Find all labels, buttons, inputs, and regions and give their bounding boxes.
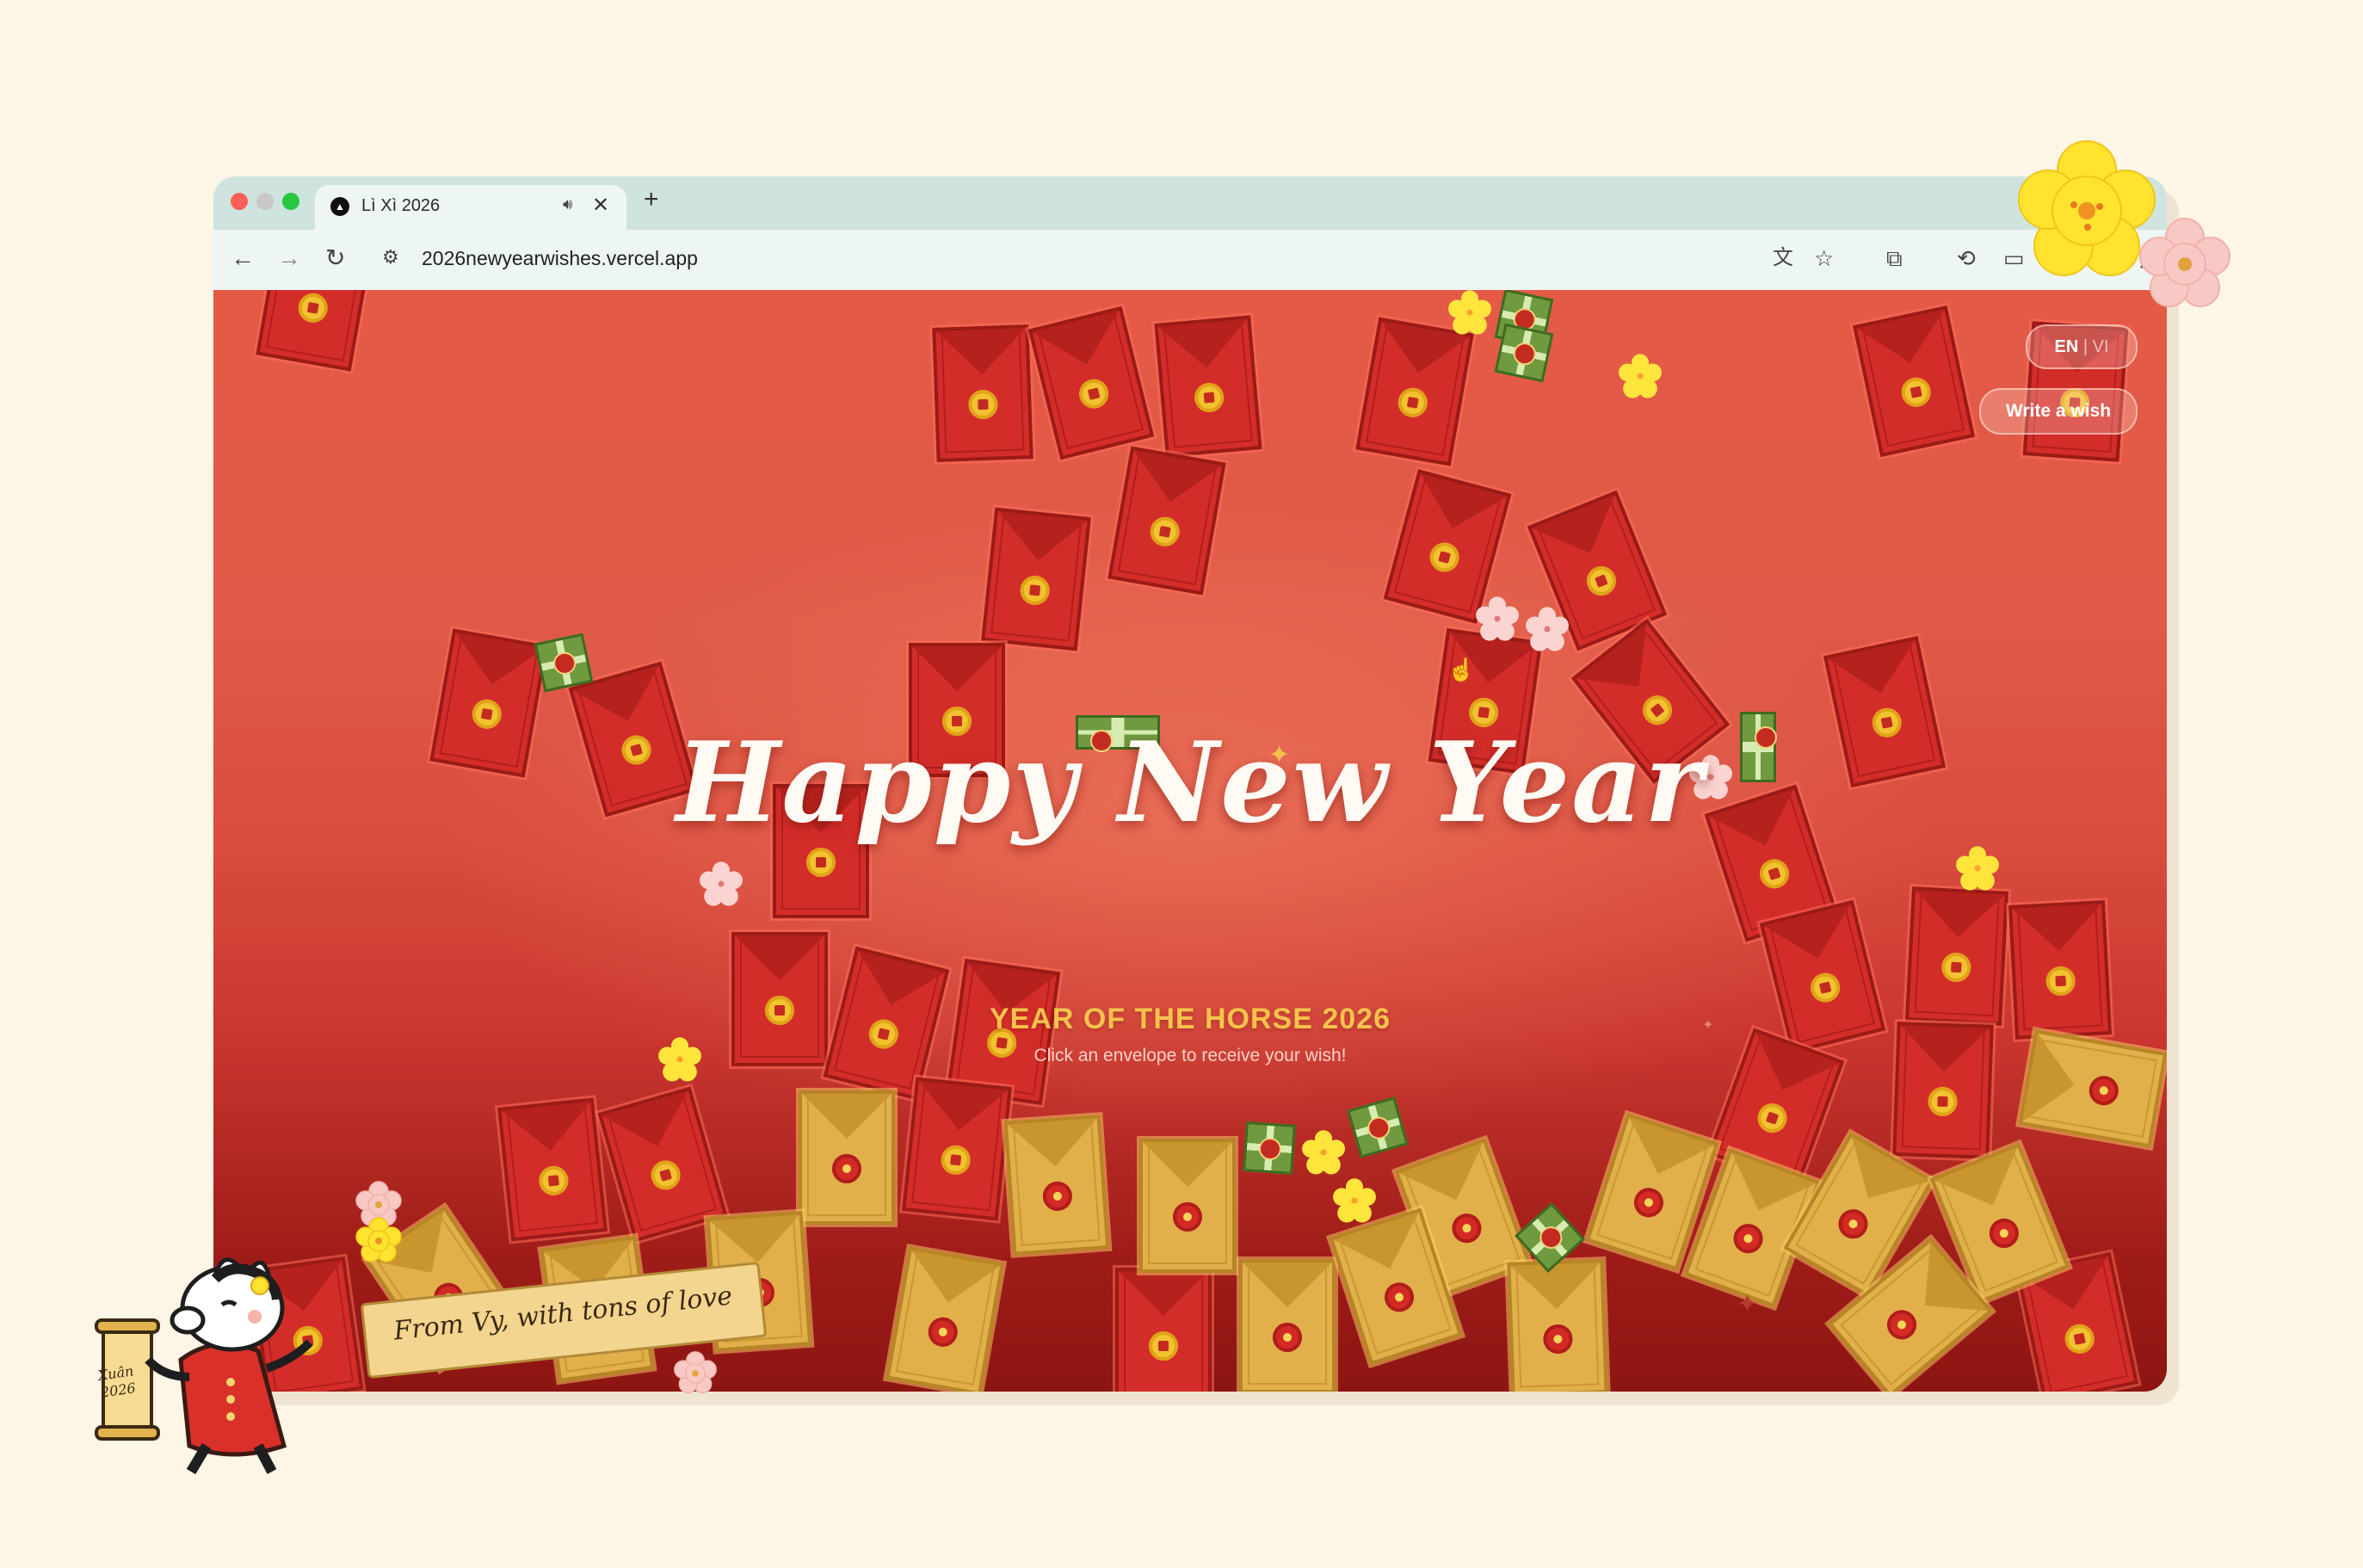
gold-envelope[interactable]	[1507, 1259, 1608, 1392]
page-title: Happy New Year	[676, 719, 1705, 848]
red-envelope[interactable]	[1853, 306, 1975, 457]
peach-flower	[1525, 607, 1570, 651]
red-envelope[interactable]	[1107, 446, 1226, 596]
back-arrow-icon[interactable]: ←	[231, 244, 255, 273]
write-wish-button[interactable]: Write a wish	[1979, 388, 2138, 435]
hand-cursor-icon: ☝	[1447, 657, 1476, 682]
apricot-flower	[1955, 846, 2000, 891]
close-tab-button[interactable]: ✕	[592, 193, 609, 218]
lang-en-option[interactable]: EN	[2054, 337, 2078, 356]
peach-flower-icon	[2139, 218, 2230, 307]
address-toolbar: ← → ↻ ⚙ 2026newyearwishes.vercel.app 文 ☆…	[213, 230, 2167, 290]
gold-envelope[interactable]	[1003, 1114, 1110, 1256]
tab-bar: ▲ Lì Xì 2026 🔊︎ ✕ +	[213, 176, 2167, 230]
new-tab-button[interactable]: +	[644, 187, 659, 213]
scroll-text: Xuân 2026	[96, 1362, 137, 1401]
gift-box[interactable]	[1494, 323, 1554, 383]
minimize-window-button[interactable]	[256, 193, 274, 210]
apricot-flower	[1618, 354, 1663, 398]
gift-box[interactable]	[1243, 1121, 1296, 1175]
red-envelope[interactable]	[1892, 1022, 1994, 1159]
red-envelope[interactable]	[1115, 1268, 1212, 1392]
peach-flower	[699, 861, 743, 906]
close-window-button[interactable]	[231, 193, 248, 210]
red-envelope[interactable]	[981, 507, 1091, 651]
gold-envelope[interactable]	[799, 1090, 895, 1225]
translate-icon[interactable]: 文	[1773, 244, 1793, 273]
browser-tab[interactable]: ▲ Lì Xì 2026 🔊︎ ✕	[315, 185, 626, 230]
sparkle-icon: ✦	[1737, 1290, 1759, 1318]
tab-title: Lì Xì 2026	[361, 196, 441, 215]
red-envelope[interactable]	[932, 324, 1033, 462]
apricot-flower-icon	[355, 1217, 402, 1262]
peach-flower	[1475, 596, 1520, 641]
apricot-flower	[1447, 290, 1492, 335]
forward-arrow-icon[interactable]: →	[277, 244, 301, 273]
gold-envelope[interactable]	[1239, 1259, 1336, 1392]
browser-window: ▲ Lì Xì 2026 🔊︎ ✕ + ← → ↻ ⚙ 2026newyearw…	[213, 176, 2167, 1392]
page-viewport: ✦ ✦ ✦ Happy New Year YEAR OF THE HORSE 2…	[213, 290, 2167, 1392]
speaker-icon[interactable]: 🔊︎	[563, 195, 572, 213]
bookmark-star-icon[interactable]: ☆	[1814, 244, 1834, 273]
reload-icon[interactable]: ↻	[325, 244, 345, 273]
language-toggle[interactable]: EN | VI	[2026, 324, 2138, 369]
peach-flower-icon	[674, 1351, 717, 1394]
lang-separator: |	[2082, 337, 2088, 356]
site-settings-icon[interactable]: ⚙	[382, 246, 399, 269]
extensions-icon[interactable]: ⧉	[1886, 244, 1903, 273]
apricot-flower	[1332, 1178, 1377, 1223]
address-bar[interactable]: 2026newyearwishes.vercel.app	[422, 247, 698, 270]
red-envelope[interactable]	[1027, 306, 1155, 460]
red-envelope[interactable]	[497, 1097, 608, 1242]
red-envelope[interactable]	[1355, 317, 1474, 466]
vercel-favicon-icon: ▲	[330, 197, 349, 216]
red-envelope[interactable]	[902, 1077, 1012, 1221]
red-envelope[interactable]	[256, 290, 374, 372]
page-subtitle: YEAR OF THE HORSE 2026	[989, 1003, 1391, 1035]
gift-box[interactable]	[534, 633, 594, 693]
apricot-flower	[1301, 1130, 1346, 1175]
lang-vi-option[interactable]: VI	[2093, 337, 2109, 356]
gold-envelope[interactable]	[1139, 1139, 1236, 1273]
gift-box[interactable]	[1347, 1096, 1409, 1158]
horse-mascot	[95, 1257, 313, 1475]
red-envelope[interactable]	[1154, 315, 1262, 458]
instruction-text: Click an envelope to receive your wish!	[1033, 1046, 1347, 1065]
zoom-window-button[interactable]	[282, 193, 299, 210]
gold-envelope[interactable]	[885, 1246, 1004, 1392]
history-icon[interactable]: ⟲	[1957, 244, 1976, 273]
